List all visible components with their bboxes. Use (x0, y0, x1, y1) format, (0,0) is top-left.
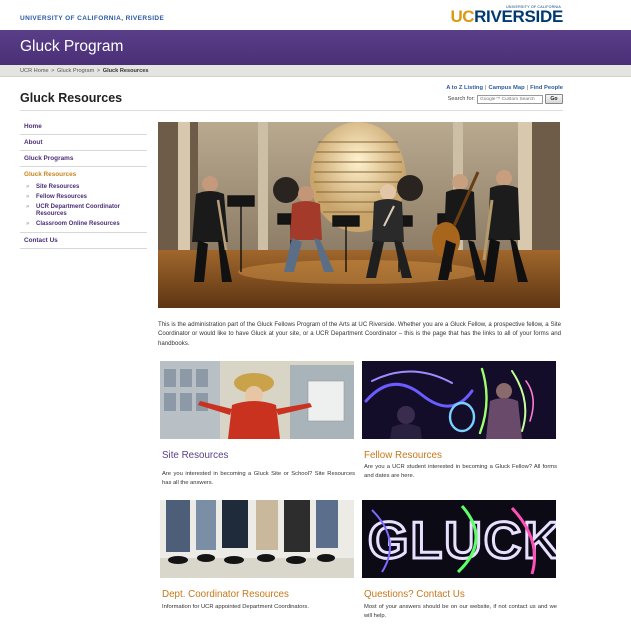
banner: Gluck Program (0, 30, 631, 65)
utility-links: A to Z Listing | Campus Map | Find People (446, 85, 563, 91)
chevron-right-icon: » (26, 203, 30, 210)
sidebar-item-gluck-resources[interactable]: Gluck Resources (20, 167, 147, 182)
site-resources-image[interactable] (160, 361, 354, 439)
logo-small-text: UNIVERSITY OF CALIFORNIA (506, 5, 561, 9)
subnav-label: UCR Department Coordinator Resources (36, 203, 121, 217)
subnav-label: Fellow Resources (36, 193, 88, 200)
university-link[interactable]: UNIVERSITY OF CALIFORNIA, RIVERSIDE (20, 15, 164, 22)
breadcrumb-bar: UCR Home > Gluck Program > Gluck Resourc… (0, 65, 631, 77)
link-divider: | (485, 85, 487, 91)
dept-coordinator-image[interactable] (160, 500, 354, 578)
logo-uc: UC (450, 7, 475, 26)
sidebar-item-about[interactable]: About (20, 135, 147, 151)
site-resources-desc: Are you interested in becoming a Gluck S… (162, 471, 355, 486)
subnav-classroom-online-resources[interactable]: » Classroom Online Resources (20, 219, 147, 229)
intro-paragraph: This is the administration part of the G… (158, 321, 561, 347)
breadcrumb-section[interactable]: Gluck Program (57, 68, 94, 74)
contact-us-image[interactable]: GLUCK (362, 500, 556, 578)
search-go-button[interactable]: Go (545, 94, 563, 104)
site-title[interactable]: Gluck Program (20, 38, 123, 56)
link-divider: | (526, 85, 529, 91)
site-resources-link[interactable]: Site Resources (162, 450, 228, 461)
contact-us-desc: Most of your answers should be on our we… (364, 604, 557, 619)
subnav-fellow-resources[interactable]: » Fellow Resources (20, 192, 147, 202)
subnav-dept-coordinator-resources[interactable]: » UCR Department Coordinator Resources (20, 202, 147, 219)
dept-coordinator-photo (160, 500, 354, 578)
find-people-link[interactable]: Find People (530, 85, 563, 91)
sidebar-item-gluck-programs[interactable]: Gluck Programs (20, 151, 147, 167)
breadcrumb: UCR Home > Gluck Program > Gluck Resourc… (20, 68, 148, 74)
fellow-resources-desc: Are you a UCR student interested in beco… (364, 464, 557, 479)
chevron-right-icon: » (26, 220, 30, 227)
breadcrumb-separator: > (51, 68, 55, 74)
sidebar-item-home[interactable]: Home (20, 119, 147, 135)
breadcrumb-home[interactable]: UCR Home (20, 68, 49, 74)
subnav-site-resources[interactable]: » Site Resources (20, 182, 147, 192)
subnav-label: Classroom Online Resources (36, 220, 120, 227)
breadcrumb-separator: > (96, 68, 101, 74)
dept-coordinator-link[interactable]: Dept. Coordinator Resources (162, 589, 289, 600)
chevron-right-icon: » (26, 183, 30, 190)
search-form: Search for: Go (448, 94, 563, 104)
search-label: Search for: (447, 96, 475, 102)
sidebar-nav: Home About Gluck Programs Gluck Resource… (20, 119, 147, 249)
page-title: Gluck Resources (20, 91, 123, 105)
campus-map-link[interactable]: Campus Map (489, 85, 525, 91)
fellow-resources-photo (362, 361, 556, 439)
search-input[interactable] (477, 94, 543, 104)
a-to-z-link[interactable]: A to Z Listing (446, 85, 483, 91)
sidebar-subnav: » Site Resources » Fellow Resources » UCR D… (20, 182, 147, 233)
subnav-label: Site Resources (36, 183, 80, 190)
breadcrumb-current: Gluck Resources (102, 68, 149, 74)
light-painting-photo: GLUCK (362, 500, 556, 578)
header-divider (20, 110, 563, 111)
dept-coordinator-desc: Information for UCR appointed Department… (162, 604, 309, 610)
hero-photo-ensemble (158, 122, 560, 308)
site-resources-photo (160, 361, 354, 439)
top-strip: UNIVERSITY OF CALIFORNIA, RIVERSIDE UNIV… (0, 0, 631, 30)
chevron-right-icon: » (26, 193, 30, 200)
logo-riverside: RIVERSIDE (474, 7, 563, 26)
fellow-resources-link[interactable]: Fellow Resources (364, 450, 442, 461)
fellow-resources-image[interactable] (362, 361, 556, 439)
light-painting-text: GLUCK (368, 512, 556, 570)
ucr-logo[interactable]: UNIVERSITY OF CALIFORNIA UC RIVERSIDE (450, 5, 564, 26)
sidebar-item-contact-us[interactable]: Contact Us (20, 233, 147, 249)
hero-photo-svg (158, 122, 560, 308)
contact-us-link[interactable]: Questions? Contact Us (364, 589, 465, 600)
